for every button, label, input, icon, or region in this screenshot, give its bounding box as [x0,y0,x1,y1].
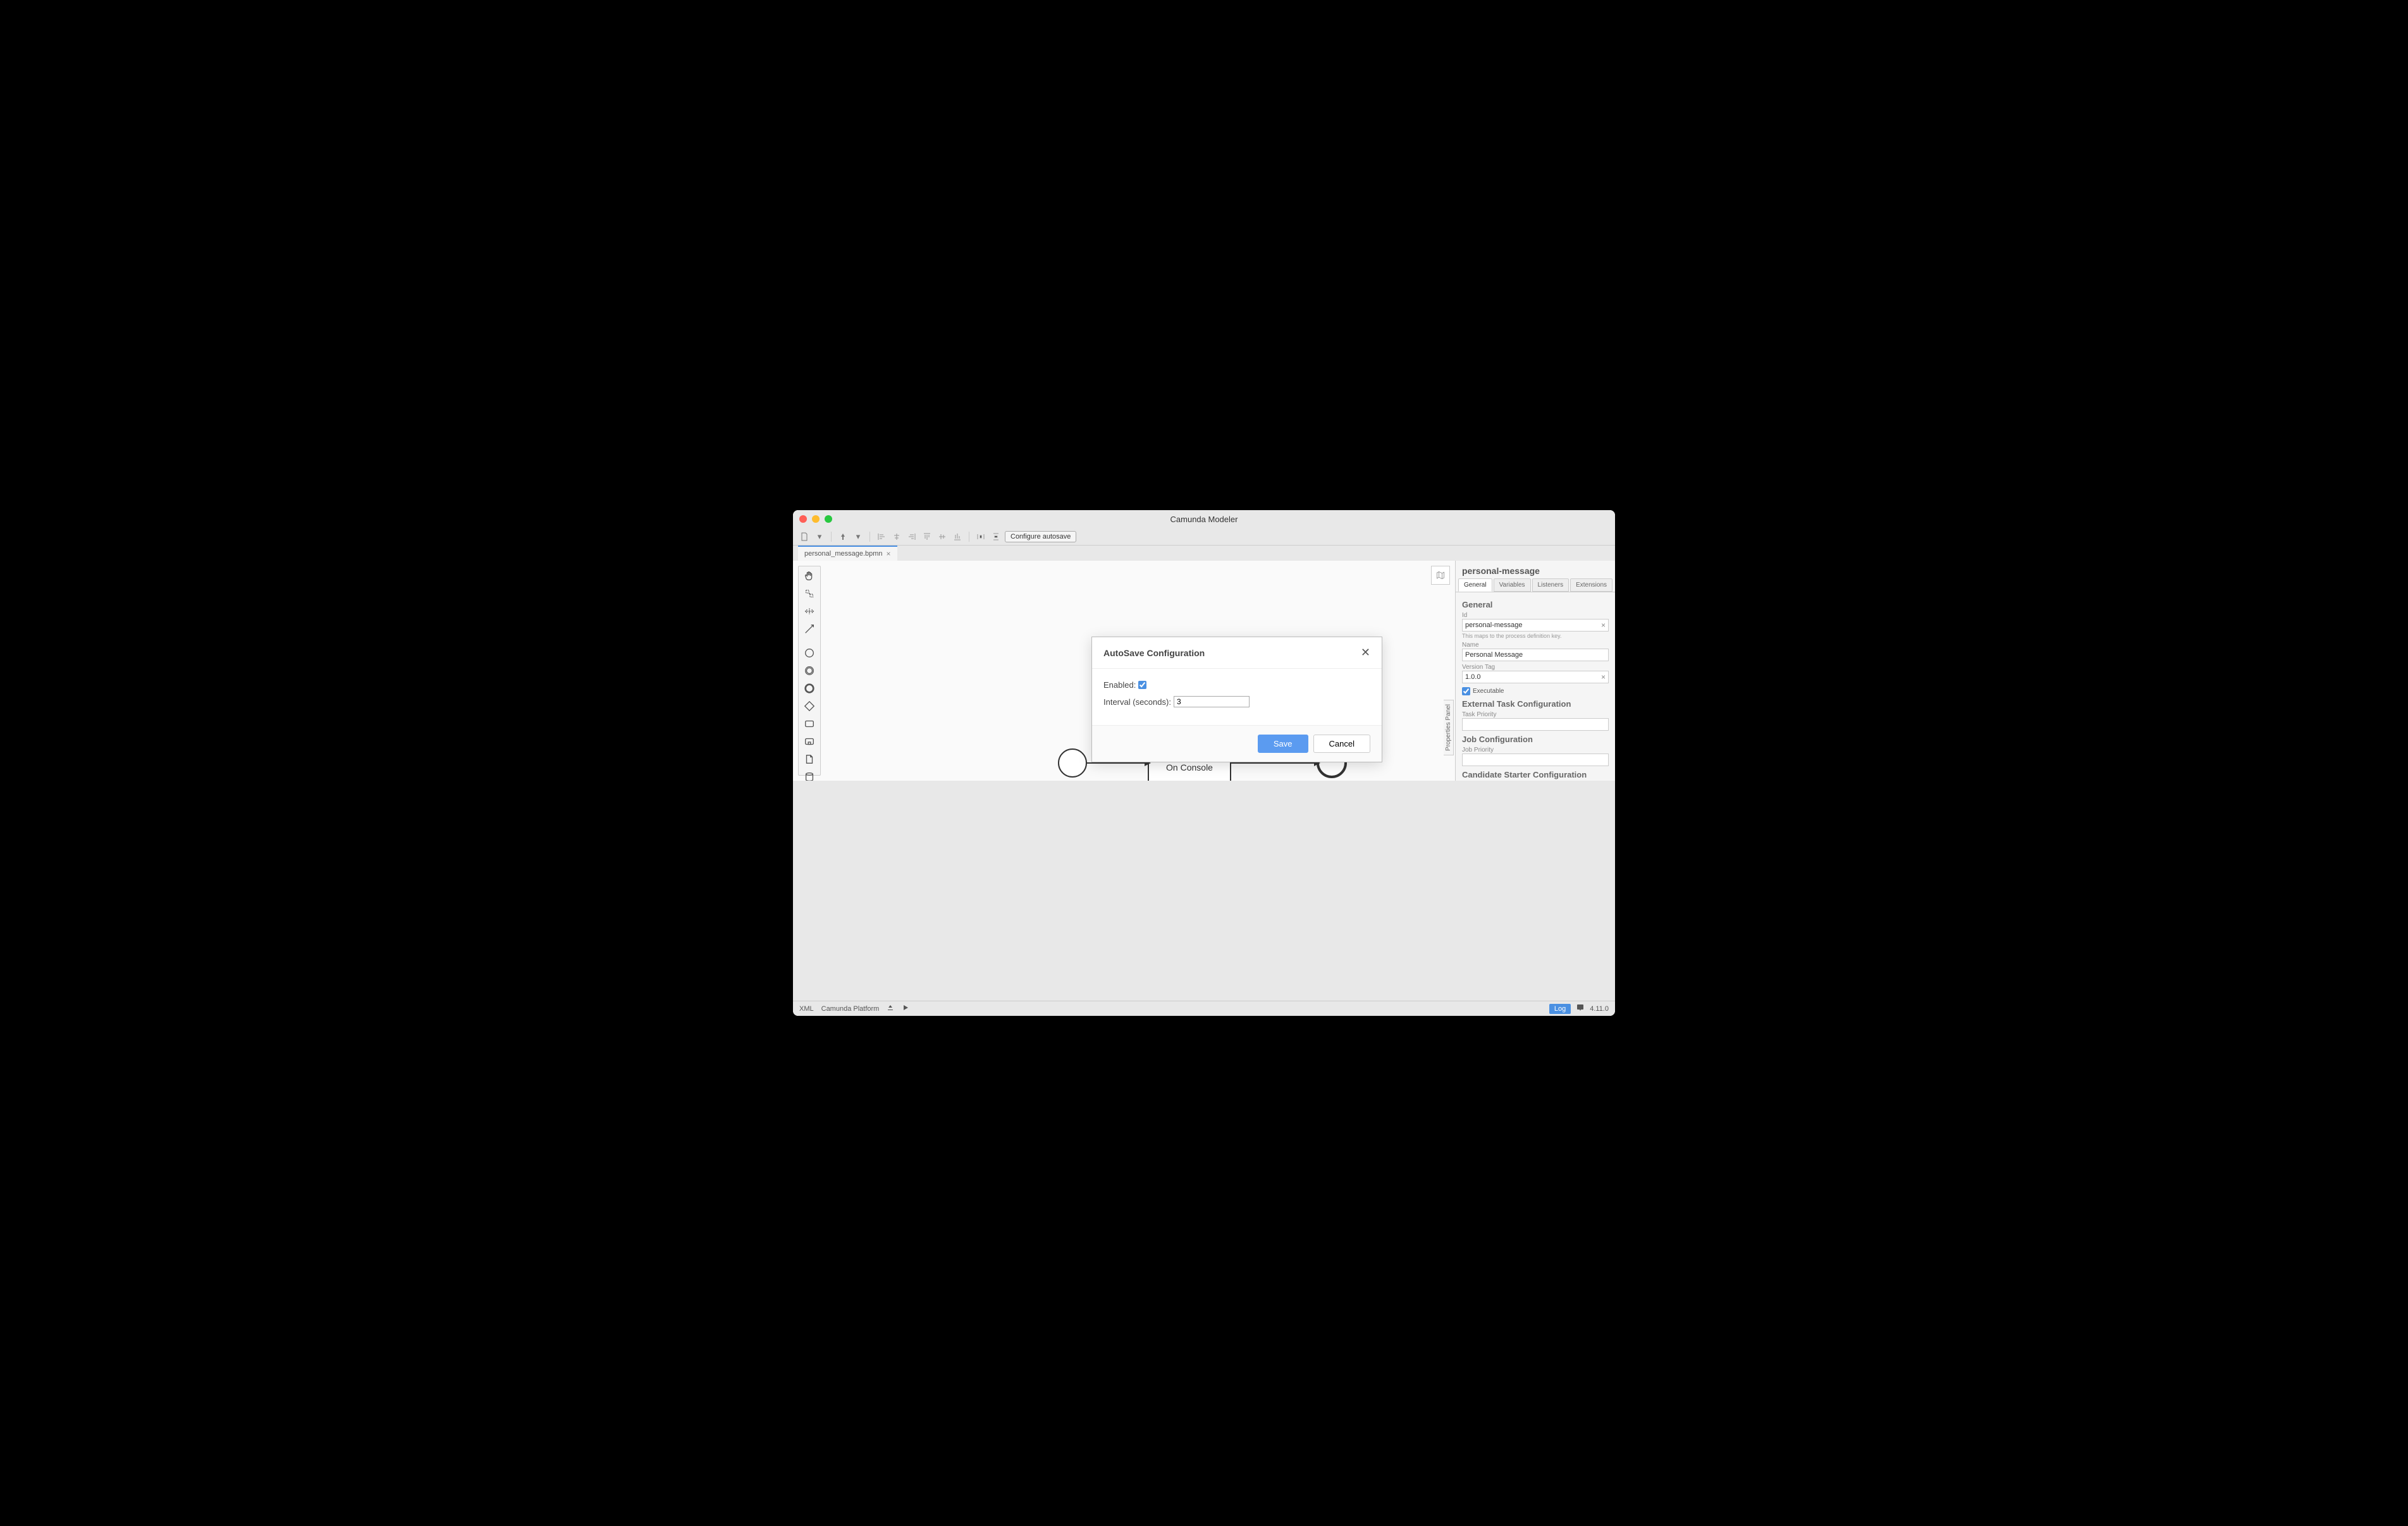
clear-id-icon[interactable]: × [1601,621,1606,630]
section-candidate: Candidate Starter Configuration [1462,770,1609,779]
executable-row: Executable [1462,687,1609,695]
version-label: 4.11.0 [1590,1005,1609,1013]
notification-icon[interactable] [1576,1003,1585,1014]
minimap-toggle[interactable] [1431,566,1450,585]
space-tool-icon[interactable] [802,606,817,617]
properties-panel: personal-message General Variables Liste… [1455,561,1615,781]
hand-tool-icon[interactable] [802,570,817,582]
dialog-footer: Save Cancel [1092,725,1382,762]
start-event[interactable] [1059,749,1086,777]
toolbar-separator [869,532,870,542]
global-connect-tool-icon[interactable] [802,623,817,635]
titlebar: Camunda Modeler [793,510,1615,528]
interval-label: Interval (seconds): [1103,697,1171,707]
app-window: Camunda Modeler ▾ ▾ Configure autosave p… [793,510,1615,1016]
statusbar: XML Camunda Platform Log 4.11.0 [793,1001,1615,1016]
task-priority-label: Task Priority [1462,711,1609,718]
section-external: External Task Configuration [1462,699,1609,709]
tab-extensions[interactable]: Extensions [1570,578,1612,592]
align-bottom-icon[interactable] [951,530,964,543]
tab-general[interactable]: General [1458,578,1492,592]
dialog-body: Enabled: Interval (seconds): [1092,669,1382,725]
align-center-icon[interactable] [890,530,903,543]
dropdown-caret-icon[interactable]: ▾ [813,530,826,543]
executable-label: Executable [1473,688,1504,695]
properties-wrapper: Properties Panel personal-message Genera… [1455,561,1615,781]
enabled-checkbox[interactable] [1138,681,1146,689]
close-tab-icon[interactable]: × [887,549,891,558]
job-priority-label: Job Priority [1462,747,1609,754]
interval-row: Interval (seconds): [1103,696,1370,707]
enabled-row: Enabled: [1103,680,1370,690]
properties-panel-handle[interactable]: Properties Panel [1444,700,1454,755]
close-window-button[interactable] [799,515,807,523]
lasso-tool-icon[interactable] [802,588,817,599]
job-priority-input[interactable] [1462,754,1609,766]
bottom-spacer [793,781,1615,1001]
data-object-icon[interactable] [802,754,817,765]
run-icon[interactable] [902,1004,909,1013]
gateway-icon[interactable] [802,700,817,712]
align-left-icon[interactable] [875,530,888,543]
traffic-lights [799,515,832,523]
toolbar-separator [831,532,832,542]
id-input[interactable] [1462,619,1609,632]
main-area: Retrieve Personal Message Print Message … [793,561,1615,781]
properties-title: personal-message [1456,561,1615,578]
configure-autosave-button[interactable]: Configure autosave [1005,531,1076,542]
dialog-title: AutoSave Configuration [1103,648,1205,658]
autosave-dialog: AutoSave Configuration ✕ Enabled: Interv… [1091,637,1382,762]
tab-variables[interactable]: Variables [1494,578,1531,592]
end-event-icon[interactable] [802,683,817,694]
deploy-icon[interactable] [837,530,849,543]
task-priority-input[interactable] [1462,718,1609,731]
file-tabs-bar: personal_message.bpmn × [793,546,1615,561]
properties-body: General Id × This maps to the process de… [1456,592,1615,781]
executable-checkbox[interactable] [1462,687,1470,695]
intermediate-event-icon[interactable] [802,665,817,676]
section-job: Job Configuration [1462,735,1609,744]
distribute-v-icon[interactable] [990,530,1002,543]
distribute-h-icon[interactable] [974,530,987,543]
file-tab[interactable]: personal_message.bpmn × [798,546,897,561]
tab-listeners[interactable]: Listeners [1532,578,1570,592]
minimize-window-button[interactable] [812,515,820,523]
subprocess-icon[interactable] [802,736,817,747]
version-input[interactable] [1462,671,1609,683]
window-title: Camunda Modeler [1170,515,1238,524]
id-hint: This maps to the process definition key. [1462,633,1609,639]
dialog-close-icon[interactable]: ✕ [1361,646,1370,659]
id-label: Id [1462,612,1609,619]
xml-toggle[interactable]: XML [799,1005,814,1013]
dropdown-caret-icon[interactable]: ▾ [852,530,864,543]
properties-tabs: General Variables Listeners Extensions [1456,578,1615,592]
section-general: General [1462,600,1609,609]
start-event-icon[interactable] [802,647,817,659]
maximize-window-button[interactable] [825,515,832,523]
interval-input[interactable] [1174,696,1250,707]
log-button[interactable]: Log [1549,1004,1571,1014]
save-button[interactable]: Save [1258,735,1308,753]
dialog-header: AutoSave Configuration ✕ [1092,637,1382,669]
data-store-icon[interactable] [802,771,817,781]
main-toolbar: ▾ ▾ Configure autosave [793,528,1615,546]
cancel-button[interactable]: Cancel [1313,735,1370,753]
align-top-icon[interactable] [921,530,933,543]
deploy-icon[interactable] [887,1004,894,1013]
align-middle-icon[interactable] [936,530,949,543]
new-file-icon[interactable] [798,530,811,543]
align-right-icon[interactable] [906,530,918,543]
diagram-canvas[interactable]: Retrieve Personal Message Print Message … [826,561,1455,781]
platform-label[interactable]: Camunda Platform [821,1005,880,1013]
file-tab-label: personal_message.bpmn [804,550,883,558]
element-palette [798,566,821,776]
enabled-label: Enabled: [1103,680,1136,690]
name-input[interactable] [1462,649,1609,661]
version-label: Version Tag [1462,664,1609,671]
name-label: Name [1462,642,1609,649]
task-icon[interactable] [802,718,817,729]
clear-version-icon[interactable]: × [1601,673,1606,681]
